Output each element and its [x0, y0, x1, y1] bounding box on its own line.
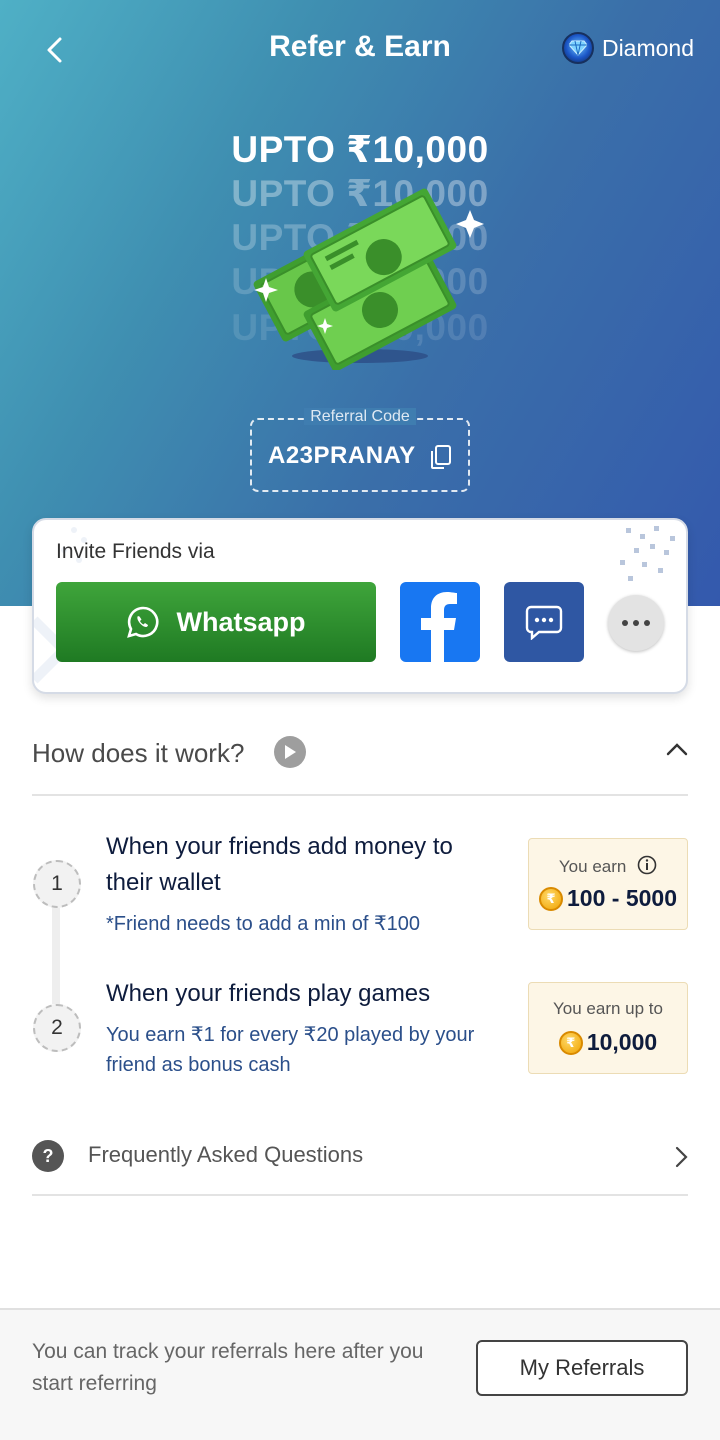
sms-share-button[interactable]	[504, 582, 584, 662]
whatsapp-icon	[127, 606, 159, 638]
chevron-up-icon[interactable]	[666, 742, 688, 756]
facebook-share-button[interactable]	[400, 582, 480, 662]
play-video-icon[interactable]	[274, 736, 306, 768]
invite-card: Invite Friends via Whatsapp	[32, 518, 688, 694]
earn-label: You earn up to	[553, 999, 663, 1018]
how-it-works-header[interactable]: How does it work?	[32, 730, 688, 796]
whatsapp-share-button[interactable]: Whatsapp	[56, 582, 376, 662]
cash-illustration	[253, 188, 484, 370]
invite-title: Invite Friends via	[56, 540, 215, 563]
more-horizontal-icon	[622, 620, 650, 626]
rupee-coin-icon: ₹	[558, 1030, 583, 1055]
question-icon: ?	[32, 1140, 64, 1172]
earn-value-row: ₹ 100 - 5000	[529, 885, 687, 912]
earn-value: 100 - 5000	[567, 885, 677, 911]
earn-label-row: You earn	[529, 855, 687, 877]
facebook-icon	[421, 592, 457, 662]
earn-box: You earn up to ₹ 10,000	[528, 982, 688, 1074]
step-heading: When your friends add money to their wal…	[106, 833, 453, 896]
chat-bubble-icon	[525, 605, 563, 640]
copy-icon[interactable]	[430, 444, 452, 470]
step-number: 2	[33, 1004, 81, 1052]
earn-label: You earn	[558, 857, 627, 876]
chevron-right-icon	[675, 1146, 688, 1168]
earn-value-row: ₹ 10,000	[529, 1029, 687, 1056]
earn-value: 10,000	[586, 1029, 658, 1055]
rupee-coin-icon: ₹	[539, 886, 563, 911]
step-connector	[52, 908, 60, 1004]
earn-box: You earn ₹ 100 - 5000	[528, 838, 688, 930]
whatsapp-label: Whatsapp	[176, 606, 306, 637]
diamond-icon	[561, 32, 594, 64]
footer-bar: You can track your referrals here after …	[0, 1308, 720, 1440]
referral-code: A23PRANAY	[268, 442, 416, 469]
tier-badge[interactable]: Diamond	[561, 32, 694, 64]
faq-label: Frequently Asked Questions	[88, 1142, 364, 1167]
tier-label: Diamond	[601, 34, 694, 61]
faq-link[interactable]: ? Frequently Asked Questions	[32, 1124, 688, 1196]
hero-banner: Refer & Earn Diamond UPTO ₹10,000 UPTO ₹…	[0, 0, 720, 606]
step-heading: When your friends play games	[106, 980, 431, 1007]
info-icon[interactable]	[637, 855, 657, 875]
how-it-works-title: How does it work?	[32, 738, 245, 768]
more-options-button[interactable]	[608, 595, 664, 651]
step-description: You earn ₹1 for every ₹20 played by your…	[106, 1024, 475, 1076]
referral-code-label: Referral Code	[304, 408, 416, 425]
step-number: 1	[33, 860, 81, 908]
footer-text: You can track your referrals here after …	[32, 1340, 424, 1395]
my-referrals-button[interactable]: My Referrals	[476, 1340, 688, 1396]
confetti-decoration	[620, 526, 675, 581]
step-description: *Friend needs to add a min of ₹100	[106, 913, 421, 935]
referral-code-box[interactable]: Referral Code A23PRANAY	[250, 408, 470, 492]
